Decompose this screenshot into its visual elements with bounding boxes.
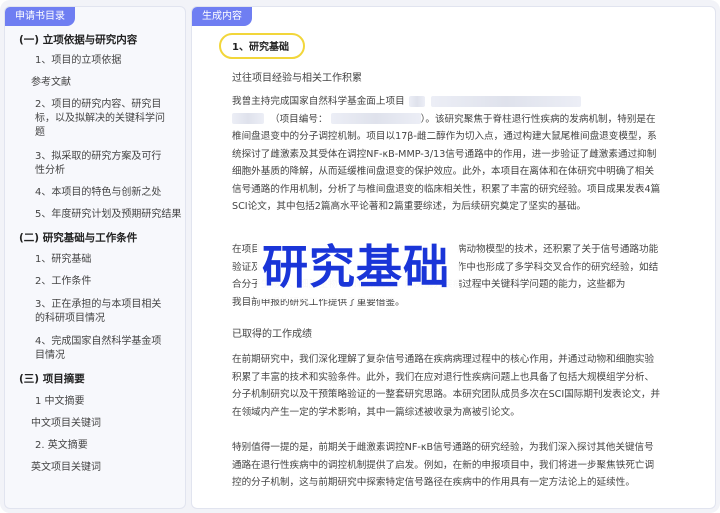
generated-content-tab[interactable]: 生成内容: [192, 7, 252, 26]
redacted-text: [408, 95, 425, 107]
toc-item[interactable]: 4、完成国家自然科学基金项目情况: [5, 335, 165, 363]
p3-line: 积累了丰富的技术和实验条件。此外，我们在应对退行性疾病问题上也具备了包括大规模组…: [232, 371, 655, 383]
subhead-past-experience: 过往项目经验与相关工作积累: [232, 73, 362, 84]
p4-line: 特别值得一提的是，前期关于雌激素调控NF-κB信号通路的研究经验，为我们深入探讨…: [232, 442, 654, 453]
toc-section[interactable]: (二) 研究基础与工作条件: [5, 231, 185, 245]
toc-item[interactable]: 2、工作条件: [5, 275, 185, 289]
p4-line: 通路在退行性疾病中的调控机制提供了启发。例如，在新的申报项目中，我们将进一步聚焦…: [232, 459, 655, 471]
toc-item[interactable]: 5、年度研究计划及预期研究结果: [5, 208, 185, 222]
toc-list: (一) 立项依据与研究内容 1、项目的立项依据 参考文献 2、项目的研究内容、研究目标…: [5, 33, 185, 475]
redacted-text: [430, 95, 581, 107]
p1-line: SCI论文，其中包括2篇高水平论著和2篇重要综述，为后续研究奠定了坚实的基础。: [232, 201, 587, 212]
section-heading: 1、研究基础: [232, 42, 289, 53]
toc-item[interactable]: 参考文献: [5, 76, 185, 90]
p1-line: 椎间盘退变中的分子调控机制。项目以17β-雌二醇作为切入点，通过构建大鼠尾椎间盘…: [232, 131, 657, 142]
p4-line: 控的分子机制，这与前期研究中探索特定信号路径在疾病中的作用具有一定方法论上的延续…: [232, 477, 635, 488]
toc-item[interactable]: 中文项目关键词: [5, 417, 185, 431]
toc-item[interactable]: 1 中文摘要: [5, 395, 185, 409]
redacted-text: [232, 113, 264, 124]
toc-section[interactable]: (一) 立项依据与研究内容: [5, 33, 185, 47]
redacted-text: [330, 113, 421, 124]
generated-content-panel: 生成内容 1、研究基础 过往项目经验与相关工作积累 我曾主持完成国家自然科学基金…: [191, 6, 716, 509]
toc-item[interactable]: 2. 英文摘要: [5, 439, 185, 453]
toc-tab[interactable]: 申请书目录: [5, 7, 75, 26]
toc-item[interactable]: 英文项目关键词: [5, 461, 185, 475]
subhead-achievements: 已取得的工作成绩: [232, 329, 312, 340]
toc-item[interactable]: 2、项目的研究内容、研究目标，以及拟解决的关键科学问题: [5, 98, 165, 140]
p3-line: 在前期研究中，我们深化理解了复杂信号通路在疾病病理过程中的核心作用，并通过动物和…: [232, 354, 655, 365]
toc-section[interactable]: (三) 项目摘要: [5, 372, 185, 386]
overlay-caption: 研究基础: [262, 240, 450, 294]
p3-line: 分子机制研究以及干预策略验证的一整套研究思路。本研究团队成员多次在SCI国际期刊…: [232, 389, 661, 400]
paragraph-1: 我曾主持完成国家自然科学基金面上项目 （项目编号： ）。该研究聚焦于脊柱退行性疾病…: [232, 93, 702, 216]
toc-sidebar: 申请书目录 (一) 立项依据与研究内容 1、项目的立项依据 参考文献 2、项目的研究内…: [4, 6, 186, 509]
p1-line: 我曾主持完成国家自然科学基金面上项目: [232, 93, 702, 111]
p1-line: 细胞外基质的降解，从而延缓椎间盘退变的保护效应。此外，本项目在离体和在体研究中明…: [232, 166, 655, 177]
p1-line: 统探讨了雌激素及其受体在调控NF-κB-MMP-3/13信号通路中的作用，进一步…: [232, 148, 657, 160]
toc-item[interactable]: 4、本项目的特色与创新之处: [5, 186, 185, 200]
toc-item[interactable]: 1、项目的立项依据: [5, 54, 185, 68]
app-window: 申请书目录 (一) 立项依据与研究内容 1、项目的立项依据 参考文献 2、项目的研究内…: [0, 0, 720, 513]
toc-item[interactable]: 3、正在承担的与本项目相关的科研项目情况: [5, 298, 165, 326]
p1-line: 信号通路的作用机制，分析了与椎间盘退变的临床相关性，积累了丰富的研究经验。项目成…: [232, 183, 661, 195]
toc-item[interactable]: 3、拟采取的研究方案及可行性分析: [5, 150, 165, 178]
p3-line: 在领域内产生一定的学术影响，其中一篇综述被收录为高被引论文。: [232, 406, 520, 418]
paragraph-4: 特别值得一提的是，前期关于雌激素调控NF-κB信号通路的研究经验，为我们深入探讨…: [232, 439, 702, 492]
toc-item[interactable]: 1、研究基础: [5, 253, 185, 267]
p1-line: （项目编号： ）。该研究聚焦于脊柱退行性疾病的发病机制，特别是在: [232, 111, 702, 129]
paragraph-3: 在前期研究中，我们深化理解了复杂信号通路在疾病病理过程中的核心作用，并通过动物和…: [232, 351, 702, 421]
